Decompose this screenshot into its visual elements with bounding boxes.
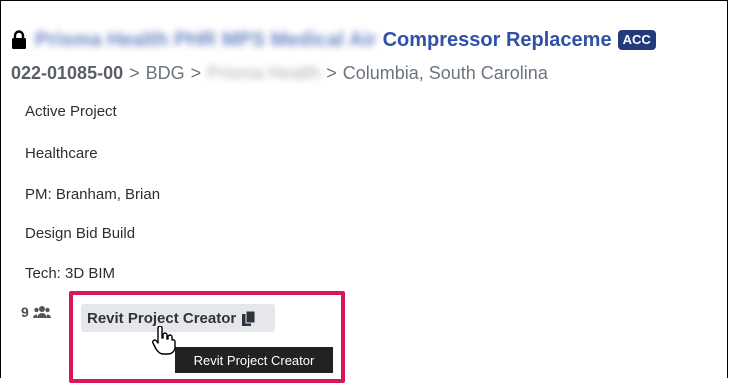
people-icon xyxy=(32,306,51,318)
delivery-method: Design Bid Build xyxy=(25,225,136,242)
acc-badge: ACC xyxy=(617,30,656,50)
breadcrumb-client: Prisma Health xyxy=(207,63,321,83)
team-count-value: 9 xyxy=(21,304,29,320)
hand-pointer-icon xyxy=(152,326,176,355)
breadcrumb-division: BDG xyxy=(145,63,185,83)
project-market: Healthcare xyxy=(25,145,98,162)
tooltip: Revit Project Creator xyxy=(175,347,333,373)
revit-project-creator-button[interactable]: Revit Project Creator xyxy=(81,304,275,332)
project-status: Active Project xyxy=(25,103,117,120)
project-title[interactable]: Compressor Replaceme xyxy=(383,29,612,52)
breadcrumb-separator: > xyxy=(326,63,337,83)
breadcrumb-location: Columbia, South Carolina xyxy=(342,63,548,83)
project-title-blurred: Prisma Health PHR MPS Medical Air xyxy=(35,28,377,51)
breadcrumb-separator: > xyxy=(190,63,202,83)
copy-icon xyxy=(242,310,256,326)
lock-icon xyxy=(12,30,26,49)
revit-project-creator-label: Revit Project Creator xyxy=(87,309,237,327)
team-count[interactable]: 9 xyxy=(21,304,51,320)
project-title-row: Prisma Health PHR MPS Medical Air Compre… xyxy=(11,27,656,53)
project-manager: PM: Branham, Brian xyxy=(25,186,161,203)
breadcrumb-separator: > xyxy=(129,63,140,83)
project-tech: Tech: 3D BIM xyxy=(25,265,116,282)
project-number: 022-01085-00 xyxy=(11,63,124,83)
project-card: Prisma Health PHR MPS Medical Air Compre… xyxy=(0,0,728,383)
breadcrumb: 022-01085-00 > BDG > Prisma Health > Col… xyxy=(11,63,548,84)
